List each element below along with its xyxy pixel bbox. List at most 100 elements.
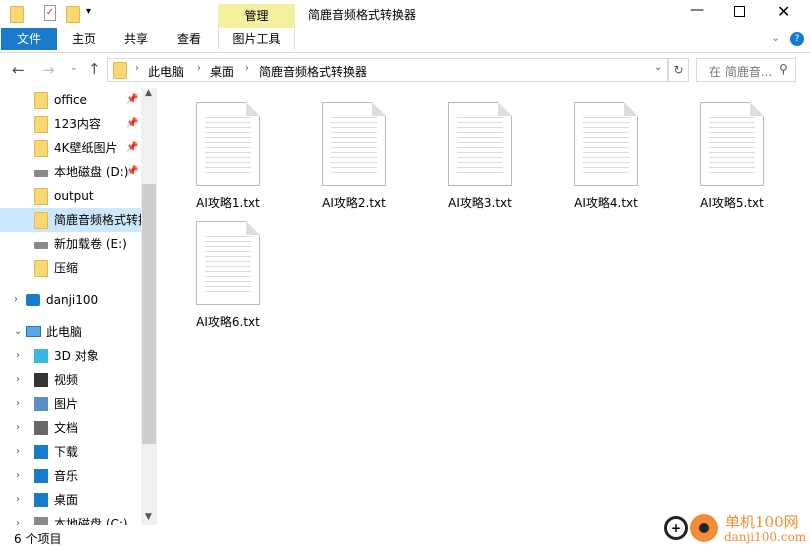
watermark-text: 单机100网 (725, 513, 799, 531)
expand-chevron-icon[interactable]: › (14, 288, 18, 312)
navigation-pane: office 📌 123内容 📌 4K壁纸图片 📌 本地磁盘 (D:) 📌 output 简鹿音频… (0, 88, 157, 525)
nav-label: 视频 (54, 373, 79, 387)
scroll-up-icon[interactable]: ▲ (145, 88, 152, 98)
nav-danji100[interactable]: › danji100 (0, 288, 141, 312)
breadcrumb-current[interactable]: 简鹿音频格式转换器 (259, 63, 367, 80)
file-item[interactable]: AI攻略5.txt (682, 102, 782, 211)
folder-icon (34, 140, 48, 157)
file-name: AI攻略2.txt (322, 196, 386, 210)
breadcrumb-sep-icon: › (135, 63, 139, 74)
expand-chevron-icon[interactable]: › (16, 512, 20, 525)
nav-label: 新加载卷 (E:) (54, 237, 127, 251)
nav-item[interactable]: 4K壁纸图片 📌 (0, 136, 141, 160)
back-button[interactable]: ← (12, 61, 25, 79)
pin-icon[interactable]: 📌 (126, 88, 138, 112)
nav-label: output (54, 189, 94, 203)
scroll-thumb[interactable] (142, 184, 156, 444)
nav-label: 4K壁纸图片 (54, 141, 118, 155)
expand-chevron-icon[interactable]: › (16, 488, 20, 512)
nav-label: 图片 (54, 397, 79, 411)
tab-share[interactable]: 共享 (114, 28, 158, 50)
nav-item[interactable]: office 📌 (0, 88, 141, 112)
nav-pc-item[interactable]: › 下载 (0, 440, 141, 464)
nav-pc-item[interactable]: › 文档 (0, 416, 141, 440)
refresh-button[interactable]: ↻ (668, 58, 689, 82)
expand-chevron-icon[interactable]: › (16, 344, 20, 368)
nav-this-pc[interactable]: ⌄ 此电脑 (0, 320, 141, 344)
expand-chevron-icon[interactable]: › (16, 440, 20, 464)
tab-view[interactable]: 查看 (167, 28, 211, 50)
library-icon (34, 445, 48, 459)
minimize-button[interactable]: — (690, 2, 704, 18)
nav-item[interactable]: output (0, 184, 141, 208)
expand-chevron-icon[interactable]: › (16, 392, 20, 416)
ribbon-divider (0, 52, 810, 53)
search-placeholder: 在 简鹿音... (709, 65, 773, 79)
tab-home[interactable]: 主页 (62, 28, 106, 50)
nav-label: 压缩 (54, 261, 79, 275)
address-dropdown-icon[interactable]: ⌄ (654, 62, 662, 73)
tab-file[interactable]: 文件 (1, 28, 57, 50)
file-item[interactable]: AI攻略3.txt (430, 102, 530, 211)
nav-item[interactable]: 压缩 (0, 256, 141, 280)
expand-chevron-icon[interactable]: › (16, 464, 20, 488)
tab-picture-tools[interactable]: 图片工具 (218, 28, 295, 50)
file-item[interactable]: AI攻略1.txt (178, 102, 278, 211)
text-file-icon (322, 102, 386, 186)
nav-pc-item[interactable]: › 3D 对象 (0, 344, 141, 368)
nav-pc-item[interactable]: › 音乐 (0, 464, 141, 488)
properties-icon[interactable]: ✓ (44, 5, 56, 21)
nav-label: 文档 (54, 421, 79, 435)
watermark-url: danji100.com (724, 530, 807, 544)
text-file-icon (448, 102, 512, 186)
scroll-down-icon[interactable]: ▼ (145, 512, 152, 522)
drive-icon (34, 170, 48, 177)
file-item[interactable]: AI攻略6.txt (178, 221, 278, 330)
ribbon-expand-icon[interactable]: ⌄ (771, 31, 780, 44)
close-button[interactable]: ✕ (777, 2, 790, 21)
cloud-folder-icon (26, 294, 40, 306)
address-bar[interactable]: › 此电脑 › 桌面 › 简鹿音频格式转换器 ⌄ (107, 58, 668, 82)
pin-icon[interactable]: 📌 (126, 136, 138, 160)
breadcrumb-desktop[interactable]: 桌面 (210, 63, 234, 80)
expand-chevron-icon[interactable]: › (16, 368, 20, 392)
nav-item[interactable]: 新加载卷 (E:) (0, 232, 141, 256)
nav-label: 本地磁盘 (D:) (54, 165, 129, 179)
pin-icon[interactable]: 📌 (126, 160, 138, 184)
title-bar: ✓ ▾ 管理 简鹿音频格式转换器 — ✕ (0, 0, 810, 28)
nav-scrollbar[interactable]: ▲ ▼ (141, 88, 157, 525)
nav-item[interactable]: 123内容 📌 (0, 112, 141, 136)
collapse-chevron-icon[interactable]: ⌄ (14, 320, 22, 344)
nav-label: danji100 (46, 293, 99, 307)
nav-pc-item[interactable]: › 本地磁盘 (C:) (0, 512, 141, 525)
nav-label: 音乐 (54, 469, 79, 483)
pin-icon[interactable]: 📌 (126, 112, 138, 136)
maximize-button[interactable] (734, 6, 745, 17)
nav-item[interactable]: 简鹿音频格式转换器 (0, 208, 141, 232)
file-name: AI攻略5.txt (700, 196, 764, 210)
watermark-logo: + (662, 510, 722, 544)
forward-button[interactable]: → (42, 61, 55, 79)
search-icon: ⚲ (779, 62, 788, 76)
nav-label: 简鹿音频格式转换器 (54, 213, 141, 227)
folder-icon (34, 212, 48, 229)
folder-icon (34, 92, 48, 109)
nav-pc-item[interactable]: › 视频 (0, 368, 141, 392)
manage-tab[interactable]: 管理 (218, 4, 295, 28)
nav-item[interactable]: 本地磁盘 (D:) 📌 (0, 160, 141, 184)
search-input[interactable]: 在 简鹿音... ⚲ (696, 58, 796, 82)
recent-locations-icon[interactable]: ⌄ (70, 63, 78, 73)
expand-chevron-icon[interactable]: › (16, 416, 20, 440)
text-file-icon (700, 102, 764, 186)
file-item[interactable]: AI攻略2.txt (304, 102, 404, 211)
up-button[interactable]: ↑ (88, 60, 101, 78)
nav-pc-item[interactable]: › 桌面 (0, 488, 141, 512)
file-item[interactable]: AI攻略4.txt (556, 102, 656, 211)
folder-icon (113, 62, 127, 79)
nav-label: office (54, 93, 87, 107)
new-folder-icon[interactable] (66, 6, 80, 23)
breadcrumb-this-pc[interactable]: 此电脑 (148, 63, 184, 80)
nav-pc-item[interactable]: › 图片 (0, 392, 141, 416)
help-icon[interactable]: ? (790, 32, 804, 46)
customize-quick-access-icon[interactable]: ▾ (86, 6, 91, 17)
